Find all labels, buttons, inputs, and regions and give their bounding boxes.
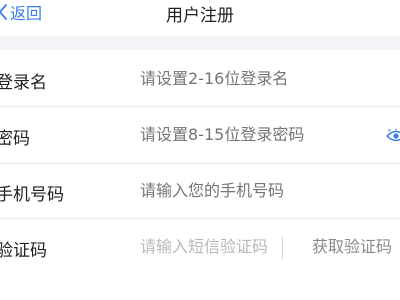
phone-label: 手机号码 (0, 185, 64, 205)
page-title: 用户注册 (166, 6, 234, 26)
register-screen: 返回 用户注册 登录名 密码 手机号码 验证码 请输入短信验证码 获取验证码 (0, 0, 400, 300)
code-label: 验证码 (0, 241, 47, 261)
password-label: 密码 (0, 129, 30, 149)
eye-icon[interactable] (385, 128, 400, 142)
nav-bar: 返回 用户注册 (0, 0, 400, 36)
username-label: 登录名 (0, 73, 47, 93)
username-input[interactable] (140, 69, 360, 88)
get-code-button[interactable]: 获取验证码 (312, 234, 392, 260)
password-row: 密码 (0, 107, 400, 163)
code-separator (282, 237, 283, 259)
code-input[interactable]: 请输入短信验证码 (140, 234, 268, 260)
username-row: 登录名 (0, 50, 400, 106)
password-input[interactable] (140, 125, 360, 144)
section-gap (0, 36, 400, 50)
phone-input[interactable] (140, 181, 360, 200)
phone-row: 手机号码 (0, 164, 400, 218)
